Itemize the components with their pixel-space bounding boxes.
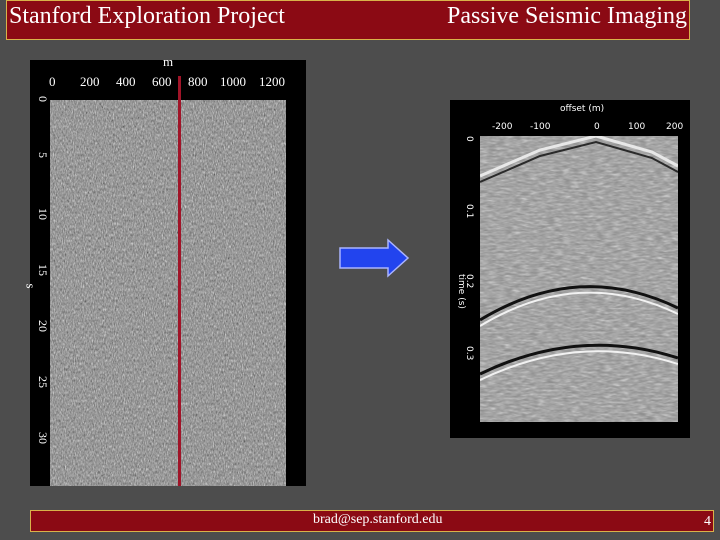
y-tick: 0.1 xyxy=(464,204,474,219)
title-bar: Stanford Exploration Project Passive Sei… xyxy=(6,0,690,40)
x-tick: -100 xyxy=(530,122,551,132)
header-left-title: Stanford Exploration Project xyxy=(9,3,285,29)
x-tick: 1000 xyxy=(220,74,246,89)
raw-passive-data-panel: m 0 200 400 600 800 1000 1200 0 5 10 15 … xyxy=(24,54,306,486)
imaged-section-panel: offset (m) -200 -100 0 100 200 0 0.1 0.2… xyxy=(450,100,690,438)
y-tick: 30 xyxy=(36,432,50,444)
x-tick: 800 xyxy=(188,74,208,89)
footer-email[interactable]: brad@sep.stanford.edu xyxy=(313,512,443,528)
x-tick: 400 xyxy=(116,74,136,89)
page-number: 4 xyxy=(704,514,711,529)
x-tick: 0 xyxy=(49,74,56,89)
y-tick: 20 xyxy=(36,320,50,332)
y-tick: 0.3 xyxy=(464,346,474,361)
y-tick: 10 xyxy=(36,208,50,220)
y-tick: 0 xyxy=(464,136,474,142)
footer-bar: brad@sep.stanford.edu 4 xyxy=(30,510,714,532)
y-unit-label: s xyxy=(23,283,39,289)
x-tick: 0 xyxy=(594,122,600,132)
y-tick: 0 xyxy=(36,96,50,102)
x-unit-label: m xyxy=(163,54,174,69)
right-arrow-icon xyxy=(339,238,410,278)
x-tick: 1200 xyxy=(259,74,285,89)
x-tick: -200 xyxy=(492,122,513,132)
y-tick: 15 xyxy=(36,264,50,276)
x-tick: 600 xyxy=(152,74,172,89)
y-tick: 25 xyxy=(36,376,50,388)
x-tick: 100 xyxy=(628,122,646,132)
x-tick: 200 xyxy=(666,122,684,132)
y-axis-label: time (s) xyxy=(456,274,466,309)
header-right-title: Passive Seismic Imaging xyxy=(447,3,687,29)
marker-line xyxy=(178,76,181,486)
imaged-seismic-section xyxy=(480,136,678,422)
x-axis-label: offset (m) xyxy=(560,104,605,114)
x-tick: 200 xyxy=(80,74,100,89)
raw-seismic-traces xyxy=(50,100,286,486)
y-tick: 5 xyxy=(36,152,50,158)
